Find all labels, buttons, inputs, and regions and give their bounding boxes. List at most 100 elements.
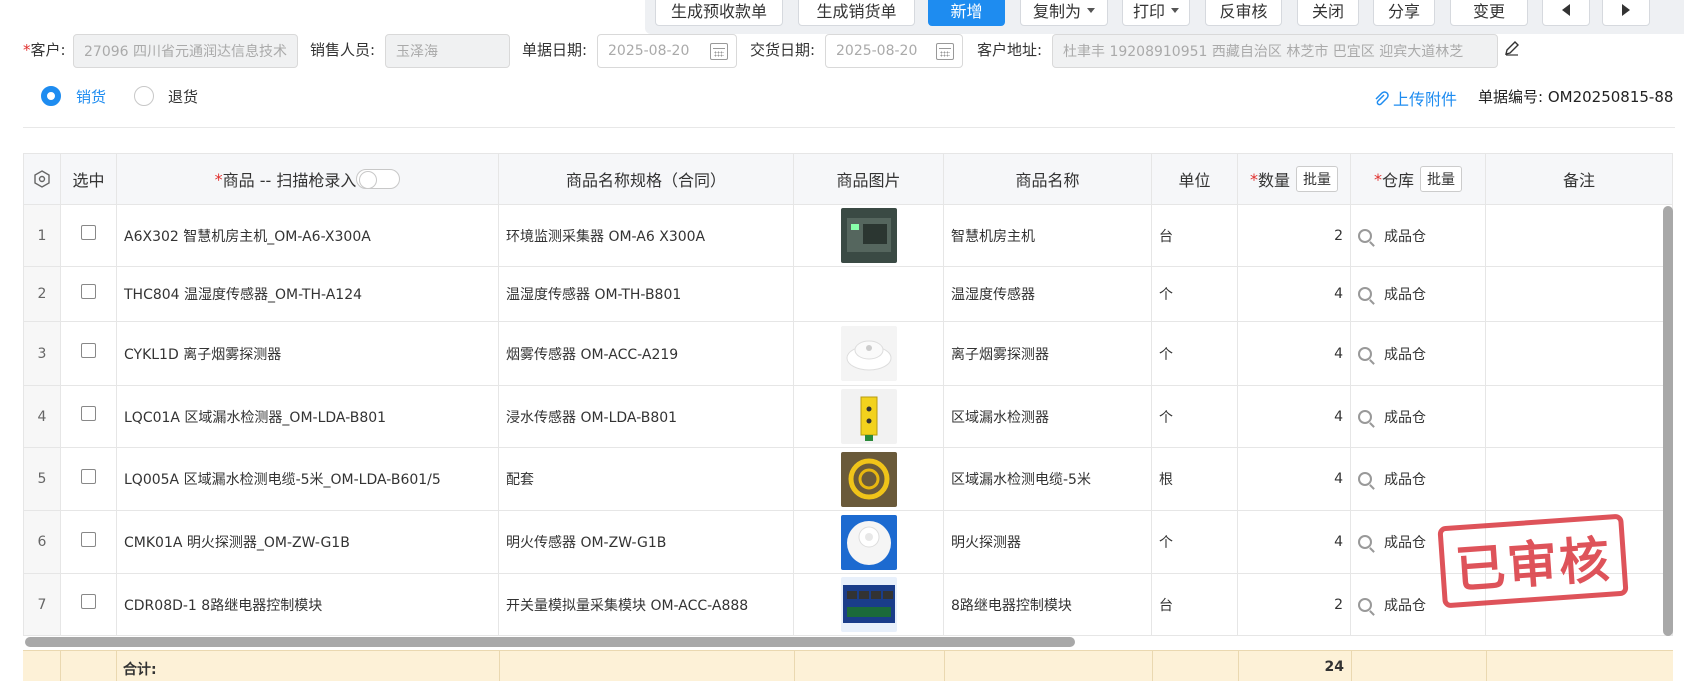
qty-cell[interactable]: 4: [1238, 511, 1351, 573]
warehouse-cell[interactable]: 成品仓: [1351, 322, 1486, 385]
row-select-cell: [61, 267, 117, 321]
warehouse-cell[interactable]: 成品仓: [1351, 205, 1486, 266]
sales-person-field[interactable]: 玉泽海: [385, 34, 510, 68]
qty-cell[interactable]: 4: [1238, 386, 1351, 447]
customer-field[interactable]: 27096 四川省元通润达信息技术: [73, 34, 298, 68]
product-cell[interactable]: THC804 温湿度传感器_OM-TH-A124: [117, 267, 499, 321]
customer-address-field[interactable]: 杜聿丰 19208910951 西藏自治区 林芝市 巴宜区 迎宾大道林芝: [1052, 34, 1498, 68]
next-button[interactable]: [1602, 0, 1650, 26]
product-cell[interactable]: LQ005A 区域漏水检测电缆-5米_OM-LDA-B601/5: [117, 448, 499, 510]
search-icon[interactable]: [1358, 287, 1372, 301]
sale-radio[interactable]: [41, 86, 61, 106]
remark-cell[interactable]: [1486, 267, 1673, 321]
search-icon[interactable]: [1358, 597, 1372, 612]
generate-prereceipt-button[interactable]: 生成预收款单: [655, 0, 783, 26]
calendar-icon[interactable]: [936, 43, 954, 60]
product-cell[interactable]: A6X302 智慧机房主机_OM-A6-X300A: [117, 205, 499, 266]
qty-cell[interactable]: 4: [1238, 322, 1351, 385]
product-cell[interactable]: LQC01A 区域漏水检测器_OM-LDA-B801: [117, 386, 499, 447]
table-row[interactable]: 3 CYKL1D 离子烟雾探测器 烟雾传感器 OM-ACC-A219 离子烟雾探测器个…: [23, 322, 1673, 386]
name-cell[interactable]: 8路继电器控制模块: [944, 574, 1152, 635]
remark-cell[interactable]: [1486, 322, 1673, 385]
unit-cell[interactable]: 个: [1152, 267, 1238, 321]
unit-cell[interactable]: 个: [1152, 386, 1238, 447]
unit-cell[interactable]: 根: [1152, 448, 1238, 510]
close-button[interactable]: 关闭: [1297, 0, 1359, 26]
warehouse-cell[interactable]: 成品仓: [1351, 267, 1486, 321]
vertical-scrollbar[interactable]: [1663, 206, 1673, 636]
product-cell[interactable]: CDR08D-1 8路继电器控制模块: [117, 574, 499, 635]
table-row[interactable]: 2 THC804 温湿度传感器_OM-TH-A124 温湿度传感器 OM-TH-B8…: [23, 267, 1673, 322]
name-cell[interactable]: 区域漏水检测电缆-5米: [944, 448, 1152, 510]
product-cell[interactable]: CYKL1D 离子烟雾探测器: [117, 322, 499, 385]
qty-cell[interactable]: 4: [1238, 267, 1351, 321]
name-cell[interactable]: 智慧机房主机: [944, 205, 1152, 266]
remark-cell[interactable]: [1486, 448, 1673, 510]
return-radio[interactable]: [134, 86, 154, 106]
warehouse-cell[interactable]: 成品仓: [1351, 448, 1486, 510]
product-cell[interactable]: CMK01A 明火探测器_OM-ZW-G1B: [117, 511, 499, 573]
scanner-toggle[interactable]: [356, 169, 401, 189]
unaudit-button[interactable]: 反审核: [1205, 0, 1282, 26]
row-checkbox[interactable]: [81, 594, 96, 609]
remark-cell[interactable]: [1486, 205, 1673, 266]
generate-delivery-button[interactable]: 生成销货单: [798, 0, 915, 26]
qty-batch-button[interactable]: 批量: [1296, 166, 1338, 192]
name-cell[interactable]: 明火探测器: [944, 511, 1152, 573]
upload-attachment-link[interactable]: 上传附件: [1373, 86, 1457, 110]
remark-cell[interactable]: [1486, 386, 1673, 447]
unit-cell[interactable]: 台: [1152, 205, 1238, 266]
warehouse-cell[interactable]: 成品仓: [1351, 386, 1486, 447]
row-checkbox[interactable]: [81, 343, 96, 358]
calendar-icon[interactable]: [710, 43, 728, 60]
search-icon[interactable]: [1358, 346, 1372, 361]
edit-icon[interactable]: [1504, 40, 1520, 56]
spec-cell[interactable]: 环境监测采集器 OM-A6 X300A: [499, 205, 794, 266]
header-form: *客户: 27096 四川省元通润达信息技术 销售人员: 玉泽海 单据日期: 2…: [0, 34, 1684, 68]
search-icon[interactable]: [1358, 535, 1372, 549]
name-cell[interactable]: 离子烟雾探测器: [944, 322, 1152, 385]
spec-cell[interactable]: 开关量模拟量采集模块 OM-ACC-A888: [499, 574, 794, 635]
name-cell[interactable]: 区域漏水检测器: [944, 386, 1152, 447]
unit-cell[interactable]: 个: [1152, 322, 1238, 385]
return-radio-label[interactable]: 退货: [168, 86, 198, 107]
copy-as-dropdown[interactable]: 复制为: [1020, 0, 1108, 26]
row-checkbox[interactable]: [81, 531, 96, 547]
table-row[interactable]: 5 LQ005A 区域漏水检测电缆-5米_OM-LDA-B601/5 配套 区域漏水检…: [23, 448, 1673, 511]
unit-cell[interactable]: 台: [1152, 574, 1238, 635]
spec-cell[interactable]: 温湿度传感器 OM-TH-B801: [499, 267, 794, 321]
table-row[interactable]: 6 CMK01A 明火探测器_OM-ZW-G1B 明火传感器 OM-ZW-G1B 明火…: [23, 511, 1673, 574]
row-checkbox[interactable]: [81, 283, 96, 299]
print-dropdown[interactable]: 打印: [1122, 0, 1190, 26]
table-row[interactable]: 1 A6X302 智慧机房主机_OM-A6-X300A 环境监测采集器 OM-A6 …: [23, 205, 1673, 267]
new-button[interactable]: 新增: [928, 0, 1005, 26]
change-button[interactable]: 变更: [1450, 0, 1528, 26]
doc-date-field[interactable]: 2025-08-20: [597, 34, 737, 68]
prev-button[interactable]: [1542, 0, 1590, 26]
qty-cell[interactable]: 4: [1238, 448, 1351, 510]
delivery-date-field[interactable]: 2025-08-20: [825, 34, 963, 68]
table-row[interactable]: 7 CDR08D-1 8路继电器控制模块 开关量模拟量采集模块 OM-ACC-A88…: [23, 574, 1673, 636]
qty-cell[interactable]: 2: [1238, 574, 1351, 635]
row-checkbox[interactable]: [81, 225, 96, 240]
warehouse-batch-button[interactable]: 批量: [1420, 166, 1462, 192]
search-icon[interactable]: [1358, 409, 1372, 424]
column-settings-button[interactable]: [23, 154, 61, 204]
qty-cell[interactable]: 2: [1238, 205, 1351, 266]
spec-cell[interactable]: 浸水传感器 OM-LDA-B801: [499, 386, 794, 447]
sales-label: 销售人员:: [310, 41, 376, 59]
search-icon[interactable]: [1358, 228, 1372, 243]
sale-radio-label[interactable]: 销货: [76, 86, 106, 107]
name-cell[interactable]: 温湿度传感器: [944, 267, 1152, 321]
row-checkbox[interactable]: [81, 406, 96, 421]
table-row[interactable]: 4 LQC01A 区域漏水检测器_OM-LDA-B801 浸水传感器 OM-LDA-…: [23, 386, 1673, 448]
horizontal-scrollbar[interactable]: [25, 637, 1075, 647]
row-select-cell: [61, 448, 117, 510]
share-button[interactable]: 分享: [1373, 0, 1435, 26]
spec-cell[interactable]: 烟雾传感器 OM-ACC-A219: [499, 322, 794, 385]
row-checkbox[interactable]: [81, 468, 96, 484]
spec-cell[interactable]: 配套: [499, 448, 794, 510]
unit-cell[interactable]: 个: [1152, 511, 1238, 573]
spec-cell[interactable]: 明火传感器 OM-ZW-G1B: [499, 511, 794, 573]
search-icon[interactable]: [1358, 472, 1372, 486]
